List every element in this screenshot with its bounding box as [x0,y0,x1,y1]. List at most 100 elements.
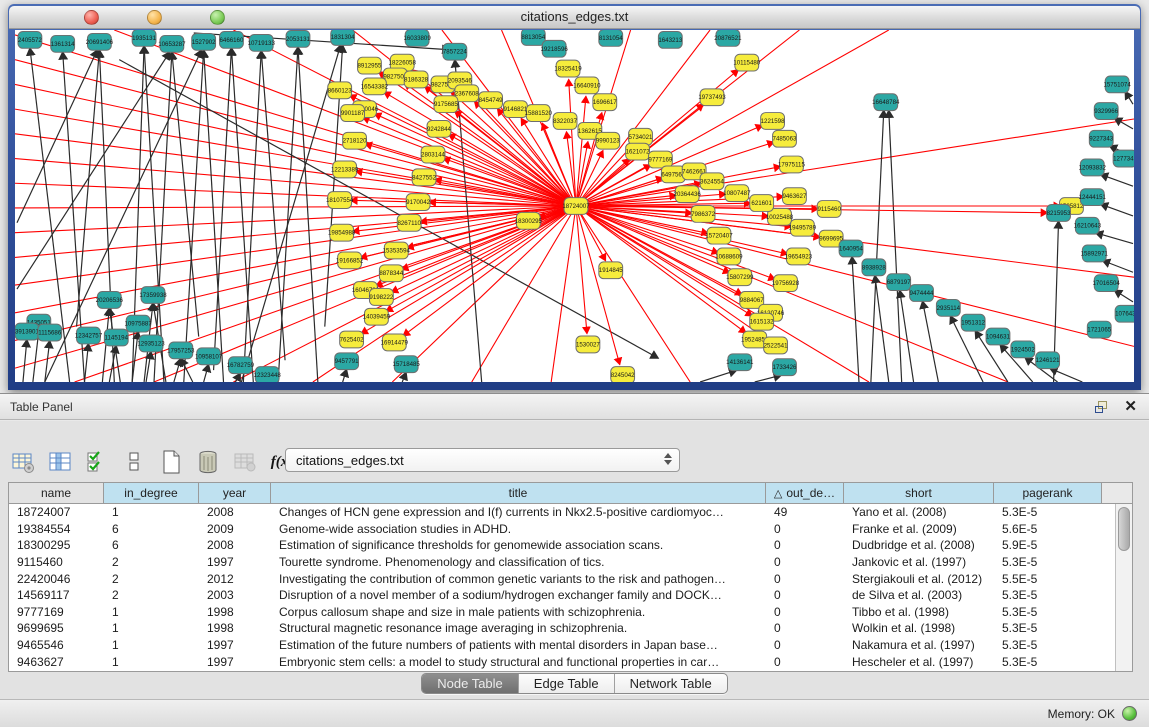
graph-node[interactable]: 8938928 [862,259,886,276]
graph-node[interactable]: 1115686 [38,324,62,341]
graph-node[interactable]: 2522541 [764,337,788,354]
graph-node[interactable]: 8186328 [404,71,428,88]
graph-node[interactable]: 17016504 [1093,275,1121,292]
graph-node[interactable]: 15353594 [383,242,411,259]
graph-node[interactable]: 19654923 [785,248,813,265]
graph-node[interactable]: 8912955 [358,57,382,74]
graph-node[interactable]: 19166852 [336,252,364,269]
graph-node[interactable]: 19218596 [540,40,568,57]
graph-node[interactable]: 8267110 [397,214,421,231]
graph-node[interactable]: 8878344 [379,265,403,282]
graph-node[interactable]: 621601 [750,195,774,212]
graph-node[interactable]: 2405572 [18,31,42,48]
graph-node[interactable]: 1094631 [986,328,1010,345]
graph-node[interactable]: 1621072 [626,143,650,160]
graph-node[interactable]: 9198222 [369,289,393,306]
graph-node[interactable]: 9329966 [1094,103,1118,120]
table-settings-icon[interactable] [10,449,36,475]
graph-node[interactable]: 9901187 [341,105,365,122]
float-panel-icon[interactable] [1095,401,1109,414]
graph-node[interactable]: 8245042 [611,367,635,382]
graph-node[interactable]: 15720407 [705,227,733,244]
graph-node[interactable]: 10719133 [248,34,276,51]
table-vertical-scrollbar[interactable] [1115,504,1132,671]
graph-node[interactable]: 7625402 [340,331,364,348]
graph-node[interactable]: 8454749 [479,92,503,109]
graph-node[interactable]: 8215953 [1047,205,1071,222]
graph-node[interactable]: 2803144 [421,146,445,163]
graph-node[interactable]: 20206536 [96,292,124,309]
close-panel-icon[interactable]: ✕ [1124,398,1137,415]
graph-node[interactable]: 1640954 [839,240,863,257]
table-row[interactable]: 911546021997Tourette syndrome. Phenomeno… [9,554,1115,571]
graph-node[interactable]: 10653287 [158,35,186,52]
graph-node[interactable]: 1361314 [51,35,75,52]
graph-node[interactable]: 16033809 [403,30,431,46]
graph-node[interactable]: 7986372 [691,206,715,223]
graph-node[interactable]: 17359938 [139,287,167,304]
graph-node[interactable]: 9170042 [406,194,430,211]
graph-node[interactable]: 14039459 [363,308,391,325]
graph-node[interactable]: 12323448 [254,367,282,382]
graph-node[interactable]: 1246121 [1036,352,1060,369]
graph-node[interactable]: 6466160 [219,31,243,48]
hub-graph-node[interactable]: 18724007 [562,198,590,215]
graph-node[interactable]: 6879197 [887,274,911,291]
graph-node[interactable]: 7485063 [773,130,797,147]
select-rows-icon[interactable] [84,449,110,475]
column-header-out_degree[interactable]: △out_de… [766,483,844,503]
graph-node[interactable]: 1527902 [192,33,216,50]
graph-node[interactable]: 18300295 [515,212,543,229]
graph-node[interactable]: 9175685 [434,96,458,113]
graph-node[interactable]: 2718120 [343,132,367,149]
graph-node[interactable]: 1145194 [104,329,128,346]
delete-table-icon[interactable] [195,449,221,475]
table-row[interactable]: 946362711997Embryonic stem cells: a mode… [9,653,1115,670]
graph-node[interactable]: 12342757 [75,327,103,344]
citation-graph[interactable]: 8660123891295518226058982750816543382818… [15,30,1134,382]
table-row[interactable]: 1938455462009Genome-wide association stu… [9,521,1115,538]
column-header-name[interactable]: name [9,483,104,503]
graph-node[interactable]: 1951312 [961,314,985,331]
graph-node[interactable]: 12213389 [331,161,359,178]
graph-node[interactable]: 1076431 [1115,305,1134,322]
graph-node[interactable]: 16640910 [573,77,601,94]
graph-node[interactable]: 7857224 [443,43,467,60]
graph-node[interactable]: 18107554 [326,192,354,209]
graph-node[interactable]: 15892971 [1081,245,1109,262]
column-chooser-icon[interactable] [47,449,73,475]
window-titlebar[interactable]: citations_edges.txt [9,6,1140,29]
graph-node[interactable]: 19495789 [789,219,817,236]
graph-node[interactable]: 15807299 [726,269,754,286]
table-row[interactable]: 2242004622012Investigating the contribut… [9,570,1115,587]
graph-node[interactable]: 10115480 [733,54,760,71]
graph-node[interactable]: 1643213 [658,31,682,48]
graph-node[interactable]: 9990123 [596,132,620,149]
graph-node[interactable]: 20691406 [86,33,114,50]
graph-node[interactable]: 8131054 [599,30,623,46]
graph-node[interactable]: 1935131 [132,30,156,46]
graph-node[interactable]: 16210643 [1074,217,1102,234]
graph-node[interactable]: 16914479 [381,334,409,351]
table-row[interactable]: 1456911722003Disruption of a novel membe… [9,587,1115,604]
graph-node[interactable]: 12444151 [1079,189,1107,206]
graph-node[interactable]: 15881520 [525,105,553,122]
graph-node[interactable]: 9115460 [817,201,841,218]
table-row[interactable]: 977716911998Corpus callosum shape and si… [9,604,1115,621]
graph-node[interactable]: 8322037 [553,113,577,130]
network-canvas[interactable]: 8660123891295518226058982750816543382818… [15,30,1134,382]
graph-node[interactable]: 2367608 [455,85,479,102]
graph-node[interactable]: 10975887 [124,315,152,332]
graph-node[interactable]: 1615132 [750,313,774,330]
table-row[interactable]: 1830029562008Estimation of significance … [9,537,1115,554]
row-height-icon[interactable] [121,449,147,475]
new-table-icon[interactable] [158,449,184,475]
graph-node[interactable]: 1924502 [1011,341,1035,358]
graph-node[interactable]: 16543382 [361,78,389,95]
graph-node[interactable]: 18325419 [554,60,582,77]
graph-node[interactable]: 12935123 [137,335,165,352]
tab-node-table[interactable]: Node Table [422,674,519,693]
graph-node[interactable]: 8660123 [328,82,352,99]
graph-node[interactable]: 9457791 [335,353,359,370]
graph-node[interactable]: 12093832 [1079,159,1107,176]
